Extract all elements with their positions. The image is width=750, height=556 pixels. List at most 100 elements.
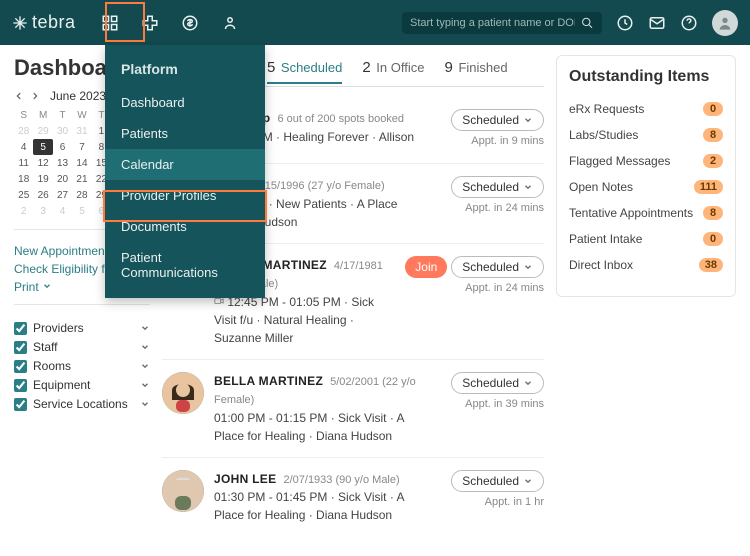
outstanding-item[interactable]: eRx Requests0: [569, 96, 723, 122]
calendar-day[interactable]: 5: [33, 139, 52, 155]
filter-staff[interactable]: Staff: [14, 340, 150, 354]
calendar-day[interactable]: 19: [33, 171, 52, 187]
calendar-day[interactable]: 7: [72, 139, 91, 155]
calendar-day[interactable]: 3: [33, 203, 52, 219]
person-icon: [717, 15, 733, 31]
filter-providers[interactable]: Providers: [14, 321, 150, 335]
outstanding-title: Outstanding Items: [569, 68, 723, 86]
calendar-day[interactable]: 26: [33, 187, 52, 203]
calendar-day[interactable]: 14: [72, 155, 91, 171]
count-badge: 111: [694, 180, 723, 194]
status-select[interactable]: Scheduled: [451, 176, 544, 198]
calendar-day[interactable]: 4: [53, 203, 72, 219]
filter-checkbox[interactable]: [14, 341, 27, 354]
outstanding-panel: Outstanding Items eRx Requests0Labs/Stud…: [556, 55, 736, 297]
month-label: June 2023: [50, 89, 106, 103]
chevron-down-icon[interactable]: [140, 361, 150, 371]
appointment-actions: Scheduled Appt. in 39 mins: [434, 372, 544, 445]
calendar-day[interactable]: 21: [72, 171, 91, 187]
dropdown-item-calendar[interactable]: Calendar: [105, 149, 265, 180]
appointment-details: BELLA MARTINEZ 5/02/2001 (22 y/o Female)…: [214, 372, 424, 445]
calendar-day[interactable]: 25: [14, 187, 33, 203]
calendar-day[interactable]: 13: [53, 155, 72, 171]
calendar-day[interactable]: 5: [72, 203, 91, 219]
search-input[interactable]: [410, 17, 575, 29]
calendar-day[interactable]: 28: [14, 123, 33, 139]
dropdown-item-patients[interactable]: Patients: [105, 118, 265, 149]
outstanding-item[interactable]: Patient Intake0: [569, 226, 723, 252]
filter-checkbox[interactable]: [14, 360, 27, 373]
chevron-down-icon[interactable]: [140, 399, 150, 409]
top-nav: tebra: [0, 0, 750, 45]
count-badge: 0: [703, 102, 723, 116]
calendar-day[interactable]: 2: [14, 203, 33, 219]
chevron-down-icon[interactable]: [140, 380, 150, 390]
filter-equipment[interactable]: Equipment: [14, 378, 150, 392]
tab-finished[interactable]: 9 Finished: [444, 59, 507, 84]
outstanding-item[interactable]: Flagged Messages2: [569, 148, 723, 174]
dollar-circle-icon: [181, 14, 199, 32]
filter-checkbox[interactable]: [14, 379, 27, 392]
calendar-day[interactable]: 20: [53, 171, 72, 187]
chevron-left-icon[interactable]: [14, 91, 24, 101]
dropdown-item-patient-communications[interactable]: Patient Communications: [105, 242, 265, 288]
chevron-down-icon: [523, 262, 533, 272]
callout-highlight-calendar: [103, 190, 267, 222]
filter-checkbox[interactable]: [14, 322, 27, 335]
dropdown-item-dashboard[interactable]: Dashboard: [105, 87, 265, 118]
filter-checkbox[interactable]: [14, 398, 27, 411]
calendar-day[interactable]: 27: [53, 187, 72, 203]
appointment-actions: JoinScheduled Appt. in 24 mins: [405, 256, 544, 347]
appointment-countdown: Appt. in 9 mins: [434, 135, 544, 147]
tab-in-office[interactable]: 2 In Office: [362, 59, 424, 84]
chevron-down-icon[interactable]: [140, 323, 150, 333]
count-badge: 2: [703, 154, 723, 168]
mail-icon[interactable]: [648, 14, 666, 32]
calendar-day[interactable]: 6: [53, 139, 72, 155]
status-select[interactable]: Scheduled: [451, 109, 544, 131]
appointment-actions: Scheduled Appt. in 24 mins: [434, 176, 544, 231]
outstanding-item[interactable]: Direct Inbox38: [569, 252, 723, 278]
appointment-countdown: Appt. in 1 hr: [434, 496, 544, 508]
appointment-row[interactable]: JOHN LEE 2/07/1933 (90 y/o Male)01:30 PM…: [162, 457, 544, 537]
status-select[interactable]: Scheduled: [451, 470, 544, 492]
filter-service_locations[interactable]: Service Locations: [14, 397, 150, 411]
appointment-countdown: Appt. in 24 mins: [405, 282, 544, 294]
calendar-day[interactable]: 29: [33, 123, 52, 139]
nav-patient-button[interactable]: [210, 0, 250, 45]
count-badge: 8: [703, 206, 723, 220]
status-select[interactable]: Scheduled: [451, 256, 544, 278]
tab-scheduled[interactable]: 5 Scheduled: [267, 59, 342, 84]
calendar-day[interactable]: 30: [53, 123, 72, 139]
calendar-day[interactable]: 11: [14, 155, 33, 171]
chevron-down-icon: [523, 182, 533, 192]
outstanding-item[interactable]: Labs/Studies8: [569, 122, 723, 148]
status-select[interactable]: Scheduled: [451, 372, 544, 394]
calendar-day[interactable]: 31: [72, 123, 91, 139]
person-shield-icon: [221, 14, 239, 32]
appointment-actions: Scheduled Appt. in 9 mins: [434, 109, 544, 151]
help-icon[interactable]: [680, 14, 698, 32]
nav-billing-button[interactable]: [170, 0, 210, 45]
history-icon[interactable]: [616, 14, 634, 32]
calendar-day[interactable]: 18: [14, 171, 33, 187]
appointment-row[interactable]: BELLA MARTINEZ 5/02/2001 (22 y/o Female)…: [162, 359, 544, 457]
count-badge: 0: [703, 232, 723, 246]
calendar-day[interactable]: 12: [33, 155, 52, 171]
count-badge: 8: [703, 128, 723, 142]
calendar-day[interactable]: 28: [72, 187, 91, 203]
calendar-day[interactable]: 4: [14, 139, 33, 155]
outstanding-item[interactable]: Open Notes111: [569, 174, 723, 200]
appointment-avatar: [162, 372, 204, 414]
count-badge: 38: [699, 258, 723, 272]
patient-search[interactable]: [402, 12, 602, 34]
brand-text: tebra: [32, 12, 76, 33]
filter-rooms[interactable]: Rooms: [14, 359, 150, 373]
user-avatar-menu[interactable]: [712, 10, 738, 36]
join-button[interactable]: Join: [405, 256, 447, 278]
platform-dropdown: Platform DashboardPatientsCalendarProvid…: [105, 45, 265, 298]
outstanding-item[interactable]: Tentative Appointments8: [569, 200, 723, 226]
chevron-down-icon: [523, 476, 533, 486]
chevron-down-icon[interactable]: [140, 342, 150, 352]
chevron-right-icon[interactable]: [30, 91, 40, 101]
